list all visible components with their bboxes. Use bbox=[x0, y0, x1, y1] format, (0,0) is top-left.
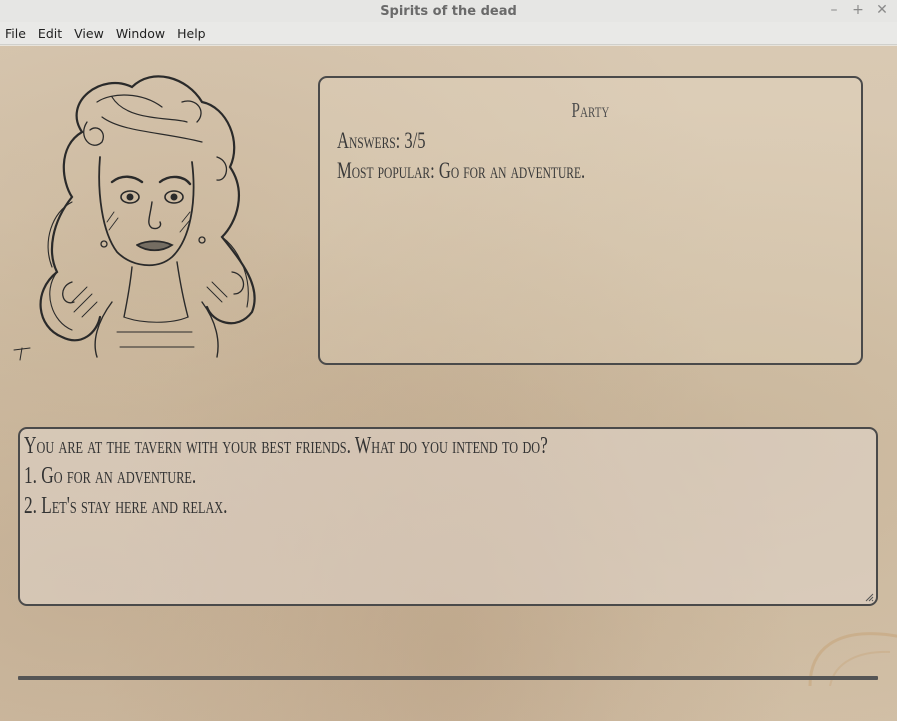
minimize-button[interactable]: – bbox=[827, 2, 841, 18]
party-title: Party bbox=[571, 98, 610, 122]
menu-help[interactable]: Help bbox=[171, 22, 212, 45]
maximize-button[interactable]: + bbox=[851, 2, 865, 18]
party-answers: Answers: 3/5 bbox=[337, 128, 426, 153]
menu-window[interactable]: Window bbox=[110, 22, 171, 45]
option-2: 2. Let's stay here and relax. bbox=[24, 493, 228, 519]
character-portrait bbox=[13, 75, 256, 361]
menu-bar: File Edit View Window Help bbox=[0, 22, 897, 45]
party-panel: Party Answers: 3/5 Most popular: Go for … bbox=[318, 76, 863, 365]
party-most-popular: Most popular: Go for an adventure. bbox=[337, 158, 586, 183]
menu-edit[interactable]: Edit bbox=[32, 22, 68, 45]
menu-file[interactable]: File bbox=[0, 22, 32, 45]
option-1: 1. Go for an adventure. bbox=[24, 463, 197, 489]
title-bar: Spirits of the dead – + ✕ bbox=[0, 0, 897, 22]
question-text-area[interactable]: You are at the tavern with your best fri… bbox=[18, 427, 878, 606]
parchment-background: Party Answers: 3/5 Most popular: Go for … bbox=[0, 46, 897, 721]
answer-input[interactable] bbox=[18, 676, 878, 680]
stain-decoration bbox=[808, 632, 897, 686]
close-button[interactable]: ✕ bbox=[875, 2, 889, 18]
question-text: You are at the tavern with your best fri… bbox=[24, 433, 548, 459]
window-controls: – + ✕ bbox=[827, 2, 889, 18]
menu-view[interactable]: View bbox=[68, 22, 110, 45]
window-title: Spirits of the dead bbox=[380, 3, 517, 19]
